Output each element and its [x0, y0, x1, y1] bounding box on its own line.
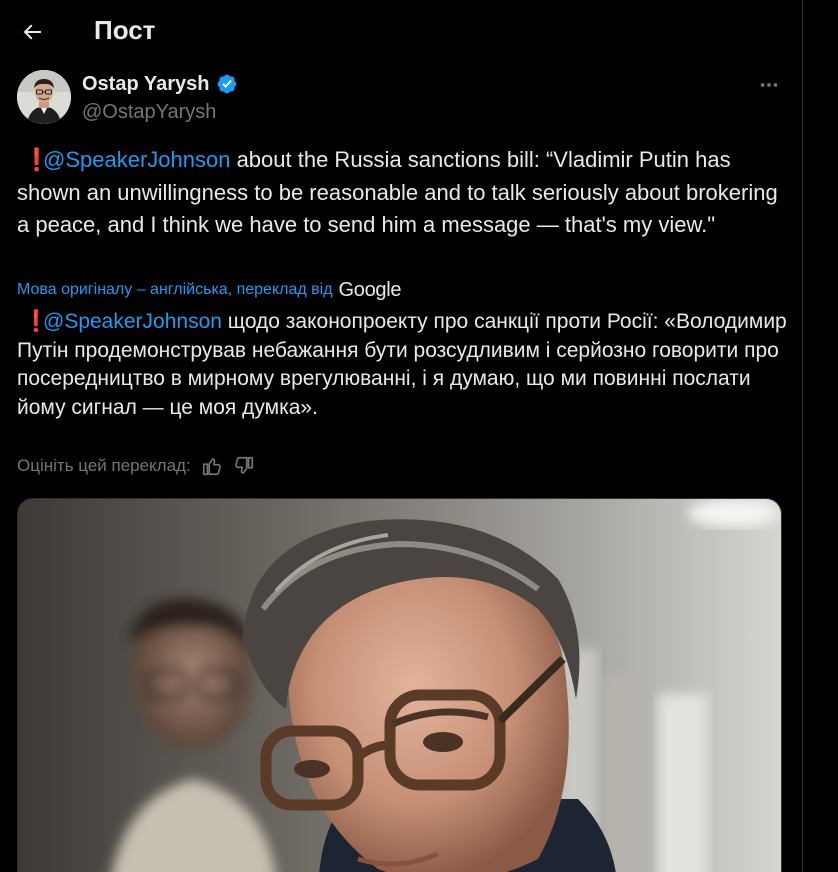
translation-note[interactable]: Мова оригіналу – англійська, переклад ві…: [17, 279, 402, 301]
more-dots-icon: [760, 83, 778, 87]
thumbs-down-icon[interactable]: [233, 455, 255, 477]
translated-text: ❗@SpeakerJohnson щодо законопроекту про …: [17, 308, 787, 422]
avatar[interactable]: [17, 70, 71, 124]
rate-translation-row: Оцініть цей переклад:: [17, 453, 255, 479]
arrow-left-icon: [23, 24, 41, 40]
mention-link[interactable]: @SpeakerJohnson: [43, 310, 222, 333]
verified-badge-icon: [217, 74, 237, 94]
google-logo: Google: [338, 279, 402, 301]
page-title: Пост: [94, 15, 156, 45]
tweet-text: ❗@SpeakerJohnson about the Russia sancti…: [17, 144, 787, 242]
rate-translation-label: Оцініть цей переклад:: [17, 456, 191, 475]
header: Пост: [0, 0, 802, 62]
author-handle[interactable]: @OstapYarysh: [82, 99, 216, 125]
author-name[interactable]: Ostap Yarysh: [82, 71, 209, 97]
translation-note-text: Мова оригіналу – англійська, переклад ві…: [17, 281, 333, 298]
post-photo[interactable]: [17, 498, 782, 872]
mention-link[interactable]: @SpeakerJohnson: [43, 147, 230, 172]
more-options-button[interactable]: [750, 72, 788, 98]
thumbs-up-icon[interactable]: [201, 455, 223, 477]
exclamation-emoji: ❗: [23, 310, 50, 333]
back-button[interactable]: [12, 12, 52, 52]
exclamation-emoji: ❗: [23, 147, 51, 172]
post-column: Пост Ostap Yarysh @OstapYarysh ❗@Speaker…: [0, 0, 803, 872]
